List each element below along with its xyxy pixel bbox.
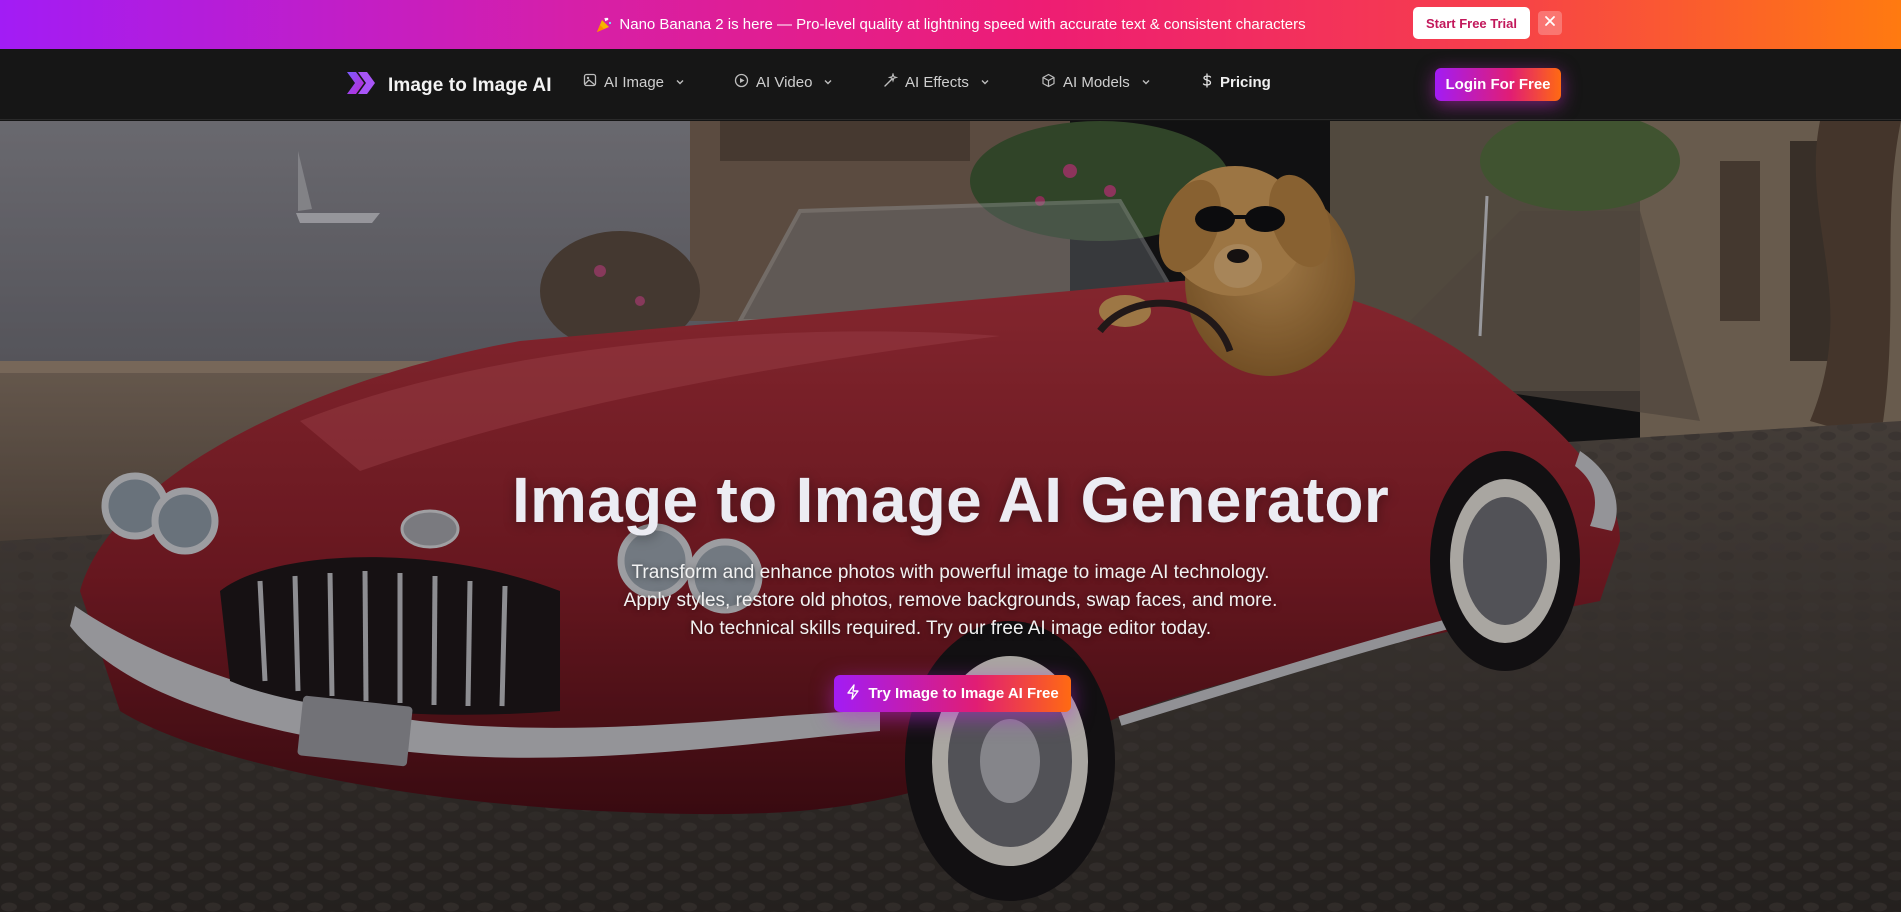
chevron-down-icon bbox=[1141, 74, 1151, 91]
hero-section: Image to Image AI Generator Transform an… bbox=[0, 121, 1901, 912]
nav-item-ai-effects[interactable]: AI Effects bbox=[883, 72, 990, 92]
nav-item-ai-image[interactable]: AI Image bbox=[583, 73, 685, 91]
nav-item-label: AI Image bbox=[604, 73, 665, 91]
play-circle-icon bbox=[734, 73, 749, 92]
hero-title: Image to Image AI Generator bbox=[511, 464, 1390, 536]
main-nav: Image to Image AI AI Image AI Video AI E… bbox=[0, 49, 1901, 120]
logo-chevron-icon bbox=[346, 70, 376, 101]
announcement-bar: Nano Banana 2 is here — Pro-level qualit… bbox=[0, 0, 1901, 49]
party-popper-icon bbox=[595, 16, 613, 34]
login-button[interactable]: Login For Free bbox=[1435, 68, 1561, 101]
brand-name: Image to Image AI bbox=[388, 74, 552, 96]
dollar-icon bbox=[1201, 73, 1213, 92]
magic-wand-icon bbox=[883, 72, 899, 92]
brand-logo[interactable]: Image to Image AI bbox=[346, 70, 552, 101]
hero-subtitle-line: No technical skills required. Try our fr… bbox=[689, 618, 1212, 639]
nav-item-pricing[interactable]: Pricing bbox=[1201, 73, 1271, 92]
chevron-down-icon bbox=[675, 74, 685, 91]
announcement-text: Nano Banana 2 is here — Pro-level qualit… bbox=[619, 16, 1306, 33]
try-free-button-label: Try Image to Image AI Free bbox=[868, 685, 1059, 702]
start-free-trial-button[interactable]: Start Free Trial bbox=[1413, 7, 1530, 39]
hero-subtitle: Transform and enhance photos with powerf… bbox=[0, 559, 1901, 643]
close-icon bbox=[1544, 14, 1556, 32]
hero-subtitle-line: Apply styles, restore old photos, remove… bbox=[623, 590, 1278, 611]
try-free-button[interactable]: Try Image to Image AI Free bbox=[834, 675, 1071, 712]
cube-icon bbox=[1041, 73, 1056, 92]
close-announcement-button[interactable] bbox=[1538, 11, 1562, 35]
image-icon bbox=[583, 73, 597, 91]
nav-item-label: AI Video bbox=[756, 74, 813, 91]
chevron-down-icon bbox=[980, 74, 990, 91]
nav-item-ai-video[interactable]: AI Video bbox=[734, 73, 833, 92]
nav-item-label: AI Models bbox=[1063, 74, 1130, 91]
nav-item-ai-models[interactable]: AI Models bbox=[1041, 73, 1151, 92]
nav-item-label: AI Effects bbox=[905, 74, 969, 91]
announcement-content: Nano Banana 2 is here — Pro-level qualit… bbox=[595, 16, 1306, 34]
hero-subtitle-line: Transform and enhance photos with powerf… bbox=[631, 562, 1270, 583]
chevron-down-icon bbox=[823, 74, 833, 91]
lightning-icon bbox=[846, 683, 860, 704]
nav-item-label: Pricing bbox=[1220, 74, 1271, 91]
